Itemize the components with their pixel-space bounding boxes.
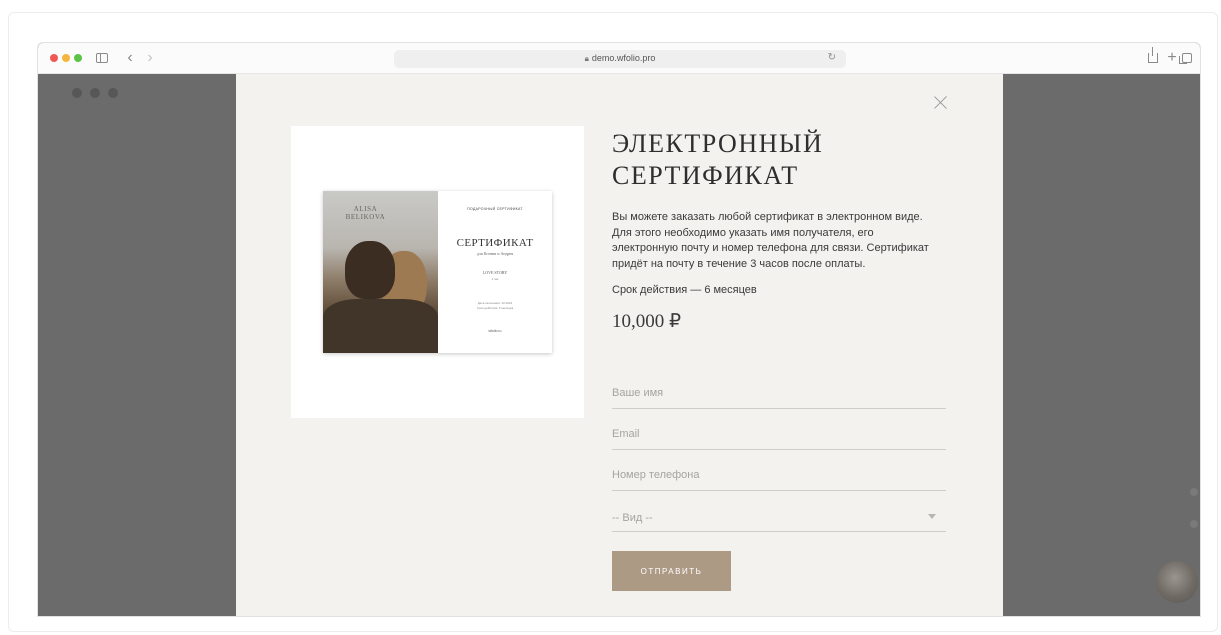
lock-icon: 🔒︎: [584, 54, 589, 63]
social-icon: [108, 88, 118, 98]
certificate-brand: ALISA BELIKOVA: [345, 205, 386, 221]
name-input[interactable]: [612, 387, 946, 399]
social-icon: [90, 88, 100, 98]
certificate-card-title: СЕРТИФИКАТ: [456, 237, 534, 249]
certificate-image-panel: ALISA BELIKOVA ПОДАРОЧНЫЙ СЕРТИФИКАТ СЕР…: [291, 126, 584, 418]
sidebar-toggle-icon[interactable]: [96, 49, 110, 67]
url-text: demo.wfolio.pro: [591, 53, 656, 63]
close-window-button[interactable]: [50, 54, 58, 62]
page-social-icons: [72, 85, 126, 103]
certificate-card-note: Дата окончания: 10.2024 Срок действия: 6…: [476, 301, 514, 310]
chevron-down-icon: [928, 514, 936, 519]
share-icon[interactable]: [1146, 47, 1160, 67]
certificate-description: Вы можете заказать любой сертификат в эл…: [612, 211, 929, 270]
certificate-info: ЭЛЕКТРОННЫЙ СЕРТИФИКАТ Вы можете заказат…: [612, 128, 948, 333]
certificate-card-story: LOVE STORY: [482, 270, 508, 275]
submit-button[interactable]: ОТПРАВИТЬ: [612, 551, 731, 591]
type-select[interactable]: -- Вид --: [612, 510, 946, 532]
certificate-preview-image: ALISA BELIKOVA ПОДАРОЧНЫЙ СЕРТИФИКАТ СЕР…: [323, 191, 552, 353]
tab-overview-icon[interactable]: [1179, 49, 1194, 67]
certificate-top-line: ПОДАРОЧНЫЙ СЕРТИФИКАТ: [467, 207, 523, 211]
email-field[interactable]: [612, 428, 946, 450]
certificate-card-duration: 1 час: [491, 277, 499, 281]
chevron-left-icon[interactable]: ‹: [124, 49, 136, 67]
social-icon: [72, 88, 82, 98]
type-select-value: -- Вид --: [612, 512, 653, 524]
price: 10,000 ₽: [612, 311, 682, 332]
name-field[interactable]: [612, 387, 946, 409]
phone-field[interactable]: [612, 469, 946, 491]
certificate-card-subtitle: для Ксении и Андрея: [476, 251, 514, 256]
phone-input[interactable]: [612, 469, 946, 481]
certificate-modal: ALISA BELIKOVA ПОДАРОЧНЫЙ СЕРТИФИКАТ СЕР…: [236, 74, 1003, 616]
browser-toolbar: ‹ › 🔒︎ demo.wfolio.pro ↻ +: [38, 43, 1200, 74]
certificate-card-site: wfolio.ru: [488, 329, 502, 333]
couple-photo: ALISA BELIKOVA: [323, 191, 438, 353]
page-title: ЭЛЕКТРОННЫЙ СЕРТИФИКАТ: [612, 129, 824, 190]
minimize-window-button[interactable]: [62, 54, 70, 62]
chevron-right-icon[interactable]: ›: [144, 49, 156, 67]
scroll-up-icon[interactable]: [1190, 520, 1198, 528]
chat-avatar[interactable]: [1156, 561, 1198, 603]
address-url: 🔒︎ demo.wfolio.pro: [394, 53, 846, 64]
certificate-text-side: ПОДАРОЧНЫЙ СЕРТИФИКАТ СЕРТИФИКАТ для Ксе…: [438, 191, 552, 353]
email-input[interactable]: [612, 428, 946, 440]
browser-window: ‹ › 🔒︎ demo.wfolio.pro ↻ + ALISA BELIKOVA: [37, 42, 1201, 617]
plus-icon[interactable]: +: [1166, 49, 1178, 67]
maximize-window-button[interactable]: [74, 54, 82, 62]
page-widget-icon[interactable]: [1190, 488, 1198, 496]
address-bar[interactable]: 🔒︎ demo.wfolio.pro ↻: [394, 50, 846, 68]
validity-period: Срок действия — 6 месяцев: [612, 284, 757, 296]
close-icon[interactable]: [932, 94, 950, 112]
reload-icon[interactable]: ↻: [828, 52, 836, 63]
